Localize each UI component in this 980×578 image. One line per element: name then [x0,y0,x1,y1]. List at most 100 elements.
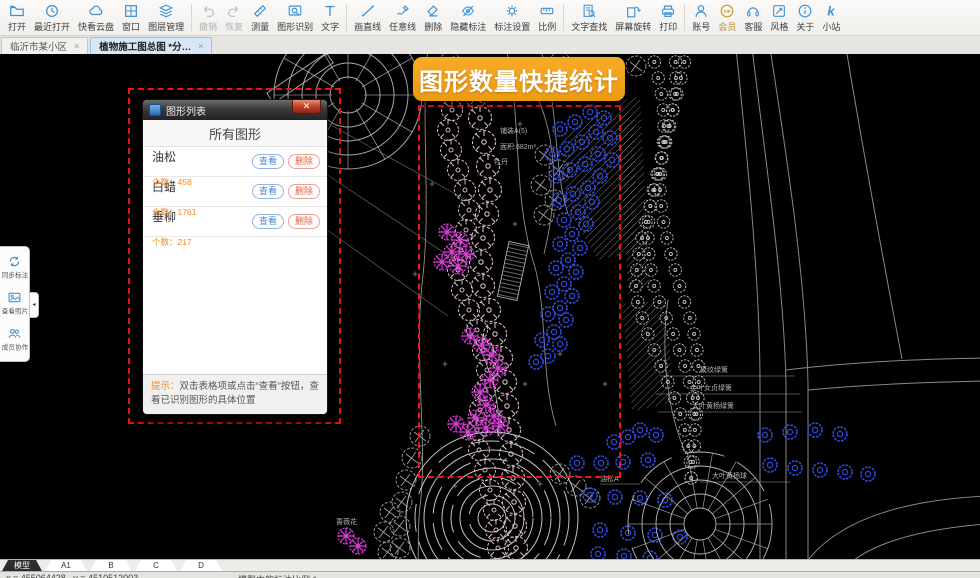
plant-count: 个数：217 [152,236,192,248]
text-icon [322,3,338,19]
sheet-tab-c[interactable]: C [135,560,177,571]
account-button[interactable]: 账号 [688,1,714,35]
toolbar-separator [346,4,347,31]
graphics-list-dialog: 图形列表 ✕ 所有图形 油松 个数：458 查看 删除 白蜡 个数：1761 查… [142,99,328,415]
about-button[interactable]: 关于 [792,1,818,35]
view-photos-button[interactable]: 查看照片 [0,286,29,322]
printer-icon [660,3,676,19]
window-icon [123,3,139,19]
collapse-arrow-icon: ◂ [32,302,35,308]
undo-button[interactable]: 撤销 [195,1,221,35]
delete-button[interactable]: 删除 [288,154,320,169]
svg-text:模纹绿篱: 模纹绿篱 [700,365,728,374]
dialog-header: 所有图形 [143,120,327,147]
main-toolbar: 打开 最近打开 快看云盘 窗口 图层管理 撤销 恢复 测量 图形识别 文字 画直… [0,0,980,36]
svg-text:金叶女贞绿篱: 金叶女贞绿篱 [690,383,732,392]
free-line-button[interactable]: 任意线 [385,1,420,35]
cloud-drive-button[interactable]: 快看云盘 [74,1,118,35]
headset-icon [745,3,761,19]
promo-banner: 图形数量快捷统计 [413,57,625,101]
window-button[interactable]: 窗口 [118,1,144,35]
dialog-title: 图形列表 [166,103,206,118]
text-button[interactable]: 文字 [317,1,343,35]
open-button[interactable]: 打开 [4,1,30,35]
doc-search-icon [581,3,597,19]
hide-annotation-button[interactable]: 隐藏标注 [446,1,490,35]
list-item-pine[interactable]: 油松 个数：458 查看 删除 [143,147,327,177]
dialog-title-bar[interactable]: 图形列表 ✕ [143,100,327,120]
sheet-tab-b[interactable]: B [90,560,132,571]
status-bar: x = 455064428 , y = 4510512003 模型中的标注比例:… [0,571,980,578]
shape-recognition-button[interactable]: 图形识别 [273,1,317,35]
dialog-close-button[interactable]: ✕ [292,100,321,114]
screen-rotate-button[interactable]: 屏幕旋转 [611,1,655,35]
redo-icon [226,3,242,19]
view-button[interactable]: 查看 [252,184,284,199]
draw-line-button[interactable]: 画直线 [350,1,385,35]
side-tool-panel: 同步标注 查看照片 成员协作 [0,246,30,362]
folder-open-icon [9,3,25,19]
sheet-tab-a1[interactable]: A1 [45,560,87,571]
cloud-icon [88,3,104,19]
svg-text:大叶黄杨绿篱: 大叶黄杨绿篱 [692,401,734,410]
plant-count: 个数：1761 [152,206,196,218]
toolbar-separator [191,4,192,31]
sync-annotation-button[interactable]: 同步标注 [0,250,29,286]
recent-open-button[interactable]: 最近打开 [30,1,74,35]
undo-icon [200,3,216,19]
layers-icon [158,3,174,19]
style-icon [771,3,787,19]
sheet-tab-model[interactable]: 模型 [2,560,42,571]
line-icon [360,3,376,19]
view-button[interactable]: 查看 [252,154,284,169]
document-tab-bar: 临沂市某小区 × 植物施工图总图 *分… × [0,36,980,54]
tab-close-icon[interactable]: × [198,41,203,51]
dialog-app-icon [149,104,161,116]
info-icon [797,3,813,19]
print-button[interactable]: 打印 [655,1,681,35]
measure-button[interactable]: 测量 [247,1,273,35]
gear-icon [504,3,520,19]
user-icon [693,3,709,19]
tab-close-icon[interactable]: × [74,41,79,51]
view-button[interactable]: 查看 [252,214,284,229]
layout-tab-bar: 模型 A1 B C D [0,559,980,571]
sheet-tab-d[interactable]: D [180,560,222,571]
toolbar-separator [563,4,564,31]
layer-manager-button[interactable]: 图层管理 [144,1,188,35]
doc-tab-community[interactable]: 临沂市某小区 × [1,37,88,54]
doc-tab-planting-plan[interactable]: 植物施工图总图 *分… × [90,37,212,54]
toolbar-separator [684,4,685,31]
delete-button[interactable]: 删除 [288,214,320,229]
delete-button[interactable]: 删除 [288,184,320,199]
photo-icon [7,290,22,305]
panel-collapse-handle[interactable]: ◂ [30,292,39,318]
site-button[interactable]: 小站 [818,1,844,35]
cursor-coordinates: x = 455064428 , y = 4510512003 [6,573,138,578]
delete-button[interactable]: 删除 [420,1,446,35]
support-button[interactable]: 客服 [740,1,766,35]
redo-button[interactable]: 恢复 [221,1,247,35]
scale-button[interactable]: 比例 [534,1,560,35]
vip-button[interactable]: 会员 [714,1,740,35]
style-button[interactable]: 风格 [766,1,792,35]
clock-icon [44,3,60,19]
close-icon: ✕ [303,101,311,111]
svg-text:大叶黄杨球: 大叶黄杨球 [712,471,747,480]
eye-off-icon [460,3,476,19]
plant-name: 油松 [152,151,176,163]
text-search-button[interactable]: 文字查找 [567,1,611,35]
sync-icon [7,254,22,269]
vip-icon [719,3,735,19]
annotation-scale: 模型中的标注比例:1 [238,573,318,578]
team-icon [7,326,22,341]
annotation-settings-button[interactable]: 标注设置 [490,1,534,35]
cad-canvas[interactable]: 铺装A(5) 面积:682m² 牡丹 模纹绿篱 金叶女贞绿篱 大叶黄杨绿篱 大叶… [0,54,980,559]
team-collaboration-button[interactable]: 成员协作 [0,322,29,358]
scale-ruler-icon [539,3,555,19]
plant-count: 个数：458 [152,176,192,188]
ruler-icon [252,3,268,19]
k-logo-icon [823,3,839,19]
rotate-icon [625,3,641,19]
pen-icon [395,3,411,19]
